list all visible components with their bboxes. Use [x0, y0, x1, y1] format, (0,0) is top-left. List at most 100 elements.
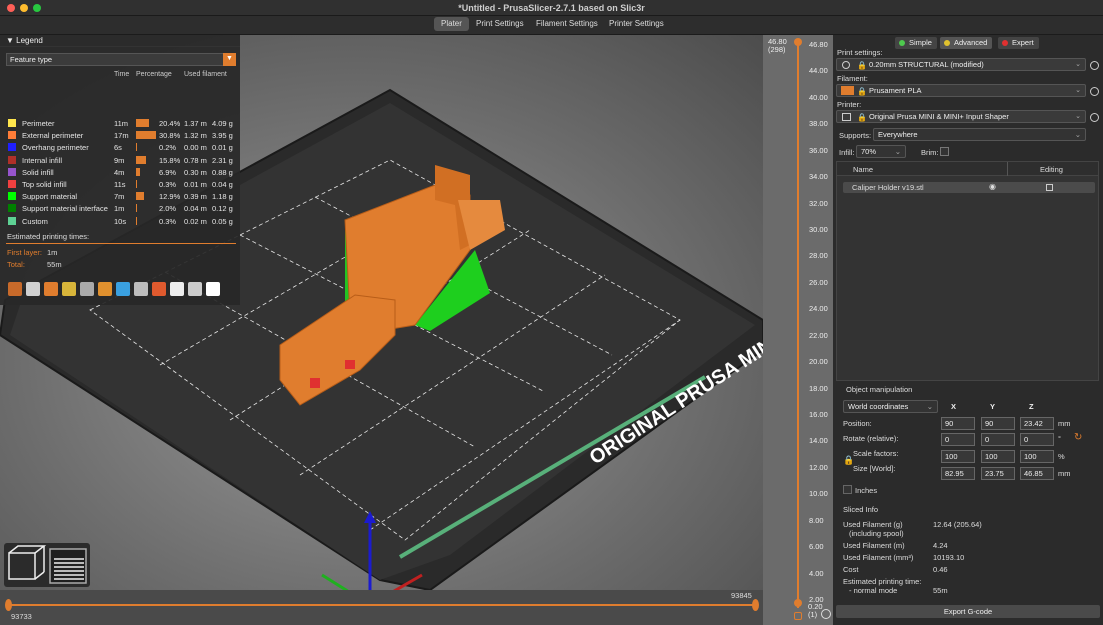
- scale-x-field[interactable]: 100: [941, 450, 975, 463]
- printer-gear-icon[interactable]: [1090, 113, 1099, 122]
- gear-icon[interactable]: [821, 609, 831, 619]
- inches-checkbox[interactable]: [843, 485, 852, 494]
- size-x-field[interactable]: 82.95: [941, 467, 975, 480]
- supports-combo[interactable]: Everywhere ⌄: [873, 128, 1086, 141]
- legend-row[interactable]: Custom 10s 0.3% 0.02 m 0.05 g: [0, 215, 240, 227]
- layer-bottom-thumb[interactable]: [794, 599, 802, 607]
- layer-tick-label: 8.00: [809, 515, 824, 525]
- estimated-times-title: Estimated printing times:: [7, 232, 90, 241]
- tab-print-settings[interactable]: Print Settings: [469, 17, 531, 31]
- edit-icon[interactable]: [1046, 184, 1053, 191]
- legend-row[interactable]: Overhang perimeter 6s 0.2% 0.00 m 0.01 g: [0, 141, 240, 153]
- supports-value: Everywhere: [878, 130, 918, 139]
- est-mode-label: - normal mode: [849, 586, 898, 595]
- rotate-y-field[interactable]: 0: [981, 433, 1015, 446]
- scale-y-field[interactable]: 100: [981, 450, 1015, 463]
- total-value: 55m: [47, 260, 62, 269]
- position-z-field[interactable]: 23.42: [1020, 417, 1054, 430]
- legend-header-time: Time: [114, 71, 130, 78]
- brim-checkbox[interactable]: [940, 147, 949, 156]
- legend-row[interactable]: External perimeter 17m 30.8% 1.32 m 3.95 g: [0, 129, 240, 141]
- size-y-field[interactable]: 23.75: [981, 467, 1015, 480]
- layer-tick-label: 22.00: [809, 330, 828, 340]
- legend-item-meters: 0.39 m: [184, 192, 207, 202]
- legend-color-swatch: [8, 204, 16, 213]
- legend-row[interactable]: Internal infill 9m 15.8% 0.78 m 2.31 g: [0, 154, 240, 166]
- mode-expert-button[interactable]: Expert: [998, 37, 1039, 49]
- printer-combo[interactable]: 🔒 Original Prusa MINI & MINI+ Input Shap…: [836, 110, 1086, 123]
- retractions-icon[interactable]: [44, 282, 58, 296]
- editing-column-header[interactable]: Editing: [1040, 165, 1063, 174]
- mode-simple-label: Simple: [909, 38, 932, 47]
- position-x-field[interactable]: 90: [941, 417, 975, 430]
- legend-row[interactable]: Support material 7m 12.9% 0.39 m 1.18 g: [0, 190, 240, 202]
- name-column-header[interactable]: Name: [853, 165, 873, 174]
- legend-row[interactable]: Solid infill 4m 6.9% 0.30 m 0.88 g: [0, 166, 240, 178]
- legend-item-name: Perimeter: [22, 119, 55, 128]
- tab-printer-settings[interactable]: Printer Settings: [602, 17, 671, 31]
- print-settings-gear-icon[interactable]: [1090, 61, 1099, 70]
- legend-item-meters: 0.04 m: [184, 204, 207, 214]
- legend-item-meters: 1.37 m: [184, 119, 207, 128]
- slider-right-thumb[interactable]: [752, 599, 759, 611]
- infill-combo[interactable]: 70% ⌄: [856, 145, 906, 158]
- slider-left-thumb[interactable]: [5, 599, 12, 611]
- mode-expert-label: Expert: [1012, 38, 1034, 47]
- legend-item-meters: 0.30 m: [184, 167, 207, 177]
- tab-plater[interactable]: Plater: [434, 17, 469, 31]
- pause-prints-icon[interactable]: [134, 282, 148, 296]
- lock-icon[interactable]: [794, 612, 802, 620]
- legend-item-time: 1m: [114, 204, 125, 214]
- legend-item-time: 9m: [114, 155, 125, 165]
- tool-marker-icon[interactable]: [206, 282, 220, 296]
- print-settings-combo[interactable]: 🔒 0.20mm STRUCTURAL (modified) ⌄: [836, 58, 1086, 71]
- rotate-x-field[interactable]: 0: [941, 433, 975, 446]
- tool-changes-icon[interactable]: [98, 282, 112, 296]
- filament-color-swatch[interactable]: [841, 86, 854, 95]
- legend-row[interactable]: Perimeter 11m 20.4% 1.37 m 4.09 g: [0, 117, 240, 129]
- color-changes-icon[interactable]: [116, 282, 130, 296]
- tab-filament-settings[interactable]: Filament Settings: [529, 17, 605, 31]
- 3d-viewport[interactable]: ORIGINAL PRUSA MINI ▼ Legend Feature typ…: [0, 35, 789, 625]
- rotate-z-field[interactable]: 0: [1020, 433, 1054, 446]
- vertical-layer-slider[interactable]: 46.80 (298) 46.80 44.00 40.00 38.00 36.00 34.…: [763, 35, 833, 625]
- size-z-field[interactable]: 46.85: [1020, 467, 1054, 480]
- legend-row[interactable]: Top solid infill 11s 0.3% 0.01 m 0.04 g: [0, 178, 240, 190]
- eye-icon[interactable]: ◉: [989, 182, 996, 191]
- legend-row[interactable]: Support material interface 1m 2.0% 0.04 m 0.…: [0, 202, 240, 214]
- layer-bottom-index: (1): [808, 610, 818, 619]
- travel-icon[interactable]: [8, 282, 22, 296]
- print-settings-label: Print settings:: [837, 48, 883, 57]
- legend-view-type-select[interactable]: Feature type ▼: [6, 53, 236, 66]
- coordinate-system-combo[interactable]: World coordinates ⌄: [843, 400, 938, 413]
- scale-z-field[interactable]: 100: [1020, 450, 1054, 463]
- reset-rotation-icon[interactable]: ↻: [1074, 432, 1082, 443]
- 3d-view-icon: [8, 552, 36, 580]
- view-mode-buttons: [4, 543, 90, 587]
- legend-header[interactable]: ▼ Legend: [0, 35, 240, 47]
- custom-gcodes-icon[interactable]: [152, 282, 166, 296]
- shells-icon[interactable]: [188, 282, 202, 296]
- deretractions-icon[interactable]: [62, 282, 76, 296]
- filament-combo[interactable]: 🔒 Prusament PLA ⌄: [836, 84, 1086, 97]
- seams-icon[interactable]: [80, 282, 94, 296]
- object-row[interactable]: Caliper Holder v19.stl ◉: [843, 182, 1095, 193]
- filament-gear-icon[interactable]: [1090, 87, 1099, 96]
- legend-item-grams: 0.05 g: [212, 216, 233, 226]
- mode-simple-button[interactable]: Simple: [895, 37, 937, 49]
- mode-advanced-button[interactable]: Advanced: [940, 37, 993, 49]
- wipe-icon[interactable]: [26, 282, 40, 296]
- position-y-field[interactable]: 90: [981, 417, 1015, 430]
- infill-label: Infill:: [839, 148, 855, 157]
- legend-item-grams: 4.09 g: [212, 119, 233, 128]
- export-gcode-button[interactable]: Export G-code: [836, 605, 1100, 618]
- layer-top-thumb[interactable]: [794, 38, 802, 46]
- supports-label: Supports:: [839, 131, 872, 140]
- legend-title: Legend: [16, 36, 43, 45]
- center-of-gravity-icon[interactable]: [170, 282, 184, 296]
- legend-item-time: 6s: [114, 143, 122, 153]
- legend-item-bar: [136, 204, 137, 213]
- legend-item-percentage: 12.9%: [159, 192, 181, 202]
- horizontal-move-slider[interactable]: 93733 93845: [0, 590, 789, 625]
- chevron-down-icon: ⌄: [1075, 87, 1081, 94]
